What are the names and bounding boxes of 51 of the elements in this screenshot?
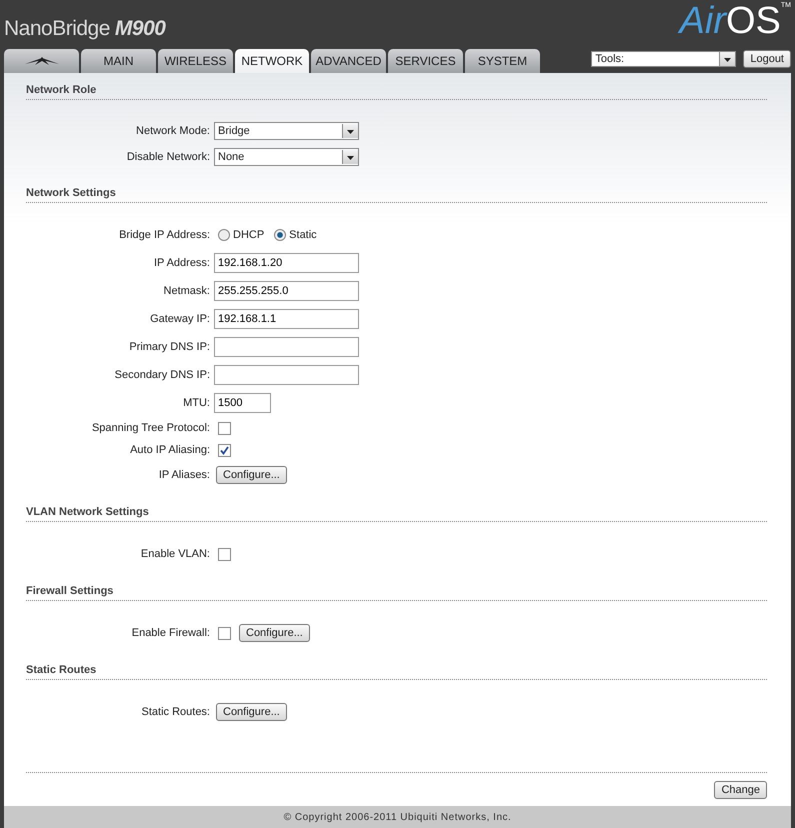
section-heading: Static Routes — [26, 663, 767, 680]
change-button[interactable]: Change — [714, 781, 767, 799]
configure-button[interactable]: Configure... — [239, 624, 310, 642]
configure-button[interactable]: Configure... — [216, 466, 287, 484]
section-heading: Firewall Settings — [26, 584, 767, 601]
radio-button[interactable] — [218, 229, 230, 241]
radio-label: Static — [289, 229, 317, 241]
tab[interactable]: SYSTEM — [465, 49, 540, 73]
field-label: IP Aliases: — [158, 469, 210, 481]
tab[interactable]: ADVANCED — [311, 49, 386, 73]
field-label: Gateway IP: — [149, 313, 210, 325]
section-heading: Network Settings — [26, 186, 767, 203]
field-label: MTU: — [182, 397, 210, 409]
field-label: Secondary DNS IP: — [114, 369, 210, 381]
text-field[interactable]: 192.168.1.20 — [214, 253, 359, 273]
field-label: Netmask: — [162, 285, 210, 297]
copyright-text: © Copyright 2006-2011 Ubiquiti Networks, Inc. — [4, 806, 791, 828]
tab[interactable]: WIRELESS — [158, 49, 233, 73]
logout-button[interactable]: Logout — [743, 50, 791, 68]
field-label: Bridge IP Address: — [118, 229, 210, 241]
field-label: Enable VLAN: — [140, 548, 210, 560]
tab[interactable]: MAIN — [81, 49, 156, 73]
tab[interactable]: SERVICES — [388, 49, 463, 73]
section-heading: Network Role — [26, 83, 767, 100]
tab[interactable] — [4, 49, 79, 73]
field-label: Static Routes: — [140, 706, 210, 718]
text-field[interactable]: 1500 — [214, 393, 271, 413]
field-label: Primary DNS IP: — [128, 341, 210, 353]
text-field[interactable]: 255.255.255.0 — [214, 281, 359, 301]
text-field[interactable] — [214, 365, 359, 385]
checkbox[interactable] — [218, 444, 231, 456]
text-field[interactable]: 192.168.1.1 — [214, 309, 359, 329]
tools-dropdown[interactable]: Tools: — [591, 51, 736, 67]
dropdown[interactable]: None — [214, 148, 359, 166]
checkbox[interactable] — [218, 548, 231, 560]
radio-label: DHCP — [233, 229, 264, 241]
dropdown[interactable]: Bridge — [214, 122, 359, 140]
checkbox[interactable] — [218, 626, 231, 640]
radio-button[interactable] — [274, 229, 286, 241]
product-name: NanoBridge M900 — [4, 17, 166, 42]
field-label: Auto IP Aliasing: — [129, 444, 210, 456]
configure-button[interactable]: Configure... — [216, 703, 287, 721]
section-heading: VLAN Network Settings — [26, 505, 767, 522]
field-label: Network Mode: — [135, 125, 210, 137]
field-label: Spanning Tree Protocol: — [90, 422, 210, 434]
checkbox[interactable] — [218, 422, 231, 434]
field-label: Disable Network: — [126, 151, 210, 163]
field-label: Enable Firewall: — [130, 627, 210, 639]
text-field[interactable] — [214, 337, 359, 357]
tab[interactable]: NETWORK — [235, 49, 309, 73]
field-label: IP Address: — [152, 257, 210, 269]
